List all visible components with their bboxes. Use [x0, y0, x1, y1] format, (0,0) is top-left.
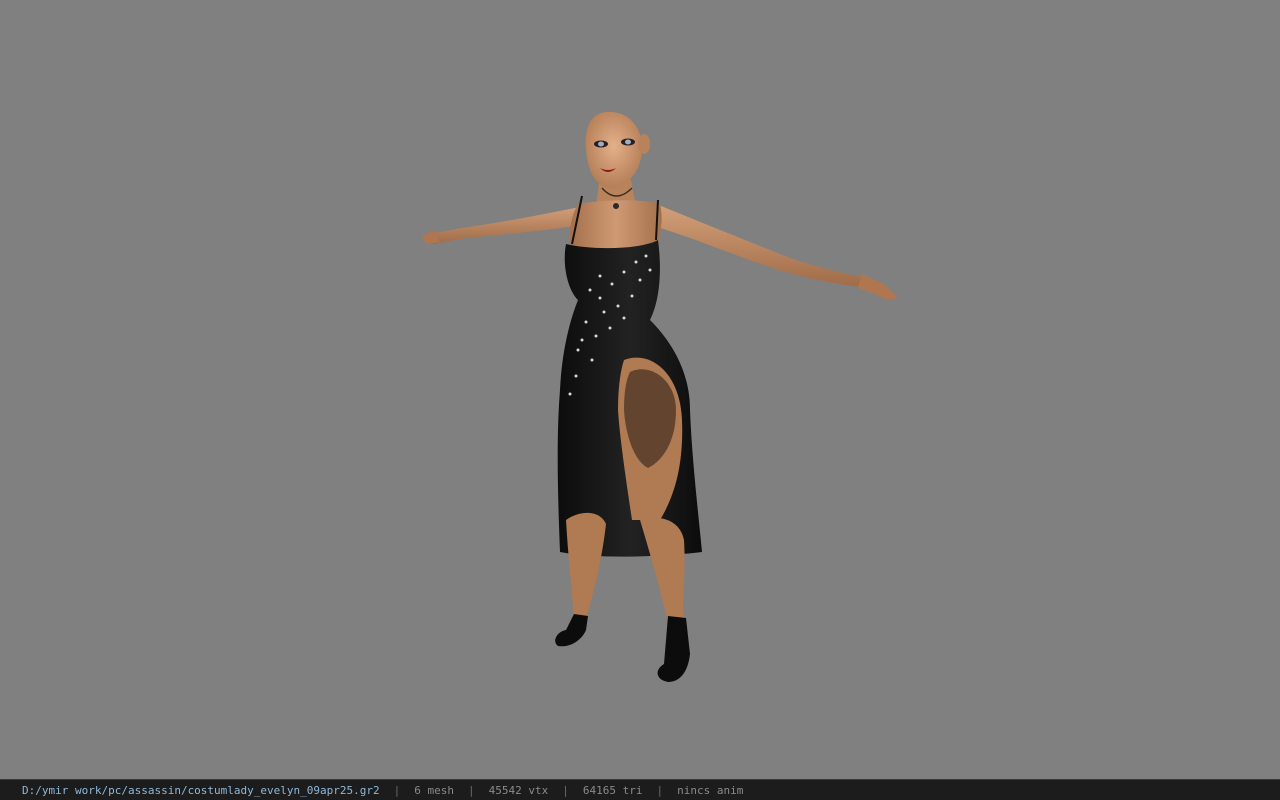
right-hand: [858, 274, 898, 300]
left-shoe: [555, 614, 588, 647]
triangle-count: 64165 tri: [582, 783, 643, 797]
status-bar: D:/ymir work/pc/assassin/costumlady_evel…: [0, 779, 1280, 800]
file-path: D:/ymir work/pc/assassin/costumlady_evel…: [22, 783, 380, 797]
vertex-count: 45542 vtx: [488, 783, 549, 797]
model-viewport[interactable]: [0, 0, 1280, 779]
separator: |: [468, 783, 475, 797]
head: [585, 111, 643, 188]
character-model: [422, 111, 898, 682]
right-arm: [654, 204, 872, 288]
left-hand: [422, 230, 440, 244]
separator: |: [656, 783, 664, 797]
left-leg: [566, 512, 606, 620]
separator: |: [562, 783, 569, 797]
left-arm: [426, 206, 588, 244]
separator: |: [393, 783, 401, 797]
animation-status: nincs anim: [677, 783, 744, 797]
right-shoe: [657, 616, 690, 682]
right-leg: [640, 517, 685, 622]
mesh-count: 6 mesh: [414, 783, 454, 797]
